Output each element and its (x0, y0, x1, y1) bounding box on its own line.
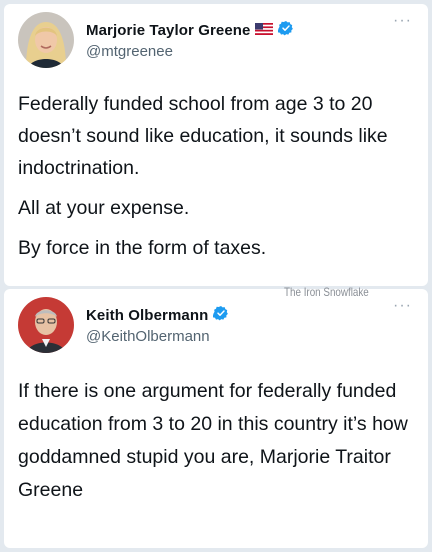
tweet-paragraph: If there is one argument for federally f… (18, 380, 408, 501)
tweet-card-greene[interactable]: Marjorie Taylor Greene @mtgreenee ··· Fe… (4, 4, 428, 286)
author-block: Marjorie Taylor Greene @mtgreenee (86, 20, 294, 60)
tweet-paragraph: Federally funded school from age 3 to 20… (18, 93, 388, 179)
author-name[interactable]: Keith Olbermann (86, 307, 208, 324)
tweet-paragraph: By force in the form of taxes. (18, 237, 267, 259)
avatar-olbermann[interactable] (18, 297, 74, 353)
tweet-paragraph: All at your expense. (18, 197, 190, 219)
author-block: Keith Olbermann @KeithOlbermann (86, 305, 229, 345)
author-handle[interactable]: @mtgreenee (86, 43, 294, 60)
more-options-icon[interactable]: ··· (393, 298, 412, 314)
avatar-greene[interactable] (18, 12, 74, 68)
verified-badge-icon (278, 20, 294, 41)
verified-badge-icon (213, 305, 229, 326)
avatar-greene-image (18, 12, 74, 68)
tweet-text: Federally funded school from age 3 to 20… (18, 88, 414, 264)
avatar-olbermann-image (18, 297, 74, 353)
us-flag-icon (255, 22, 274, 40)
name-row: Keith Olbermann (86, 305, 229, 326)
author-name[interactable]: Marjorie Taylor Greene (86, 22, 250, 39)
screenshot-canvas: Marjorie Taylor Greene @mtgreenee ··· Fe… (0, 0, 432, 552)
author-handle[interactable]: @KeithOlbermann (86, 328, 229, 345)
tweet-text: If there is one argument for federally f… (18, 375, 414, 507)
tweet-card-olbermann[interactable]: Keith Olbermann @KeithOlbermann ··· If t… (4, 289, 428, 548)
name-row: Marjorie Taylor Greene (86, 20, 294, 41)
tweet-header: Marjorie Taylor Greene @mtgreenee (18, 12, 294, 68)
tweet-header: Keith Olbermann @KeithOlbermann (18, 297, 229, 353)
more-options-icon[interactable]: ··· (393, 13, 412, 29)
watermark-text: The Iron Snowflake (284, 285, 369, 299)
